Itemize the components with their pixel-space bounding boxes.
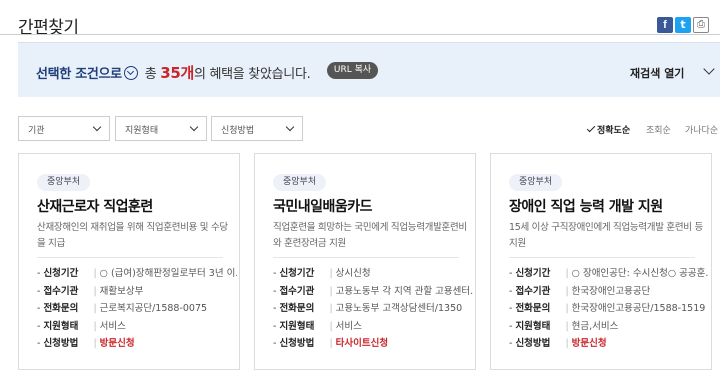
card-divider (509, 257, 695, 258)
info-key: 접수기관 (279, 285, 315, 297)
info-value: 방문신청 (571, 338, 607, 350)
card-title[interactable]: 산재근로자 직업훈련 (37, 196, 237, 216)
info-row-method: - 신청방법 | 방문신청 (37, 335, 237, 353)
info-key: 접수기관 (515, 285, 551, 297)
filter-apply-method-select[interactable]: 신청방법 (211, 116, 303, 141)
info-row-phone: - 전화문의 | 근로복지공단/1588-0075 (37, 300, 237, 318)
info-key: 전화문의 (279, 303, 315, 315)
info-row-office: - 접수기관 | 재활보상부 (37, 283, 237, 301)
info-row-period: - 신청기간 | 상시신청 (273, 265, 473, 283)
info-value: 방문신청 (99, 338, 135, 350)
card-info-list: - 신청기간 | ○ (급여)장해판정일로부터 3년 이... - 접수기관 | 재활보상부… (37, 265, 237, 353)
header-divider (0, 34, 720, 35)
info-row-period: - 신청기간 | ○ (급여)장해판정일로부터 3년 이... (37, 265, 237, 283)
sort-alphabetical[interactable]: 가나다순 (685, 123, 718, 136)
info-row-office: - 접수기관 | 고용노동부 각 지역 관할 고용센터... (273, 283, 473, 301)
info-row-type: - 지원형태 | 서비스 (37, 318, 237, 336)
chevron-down-icon (92, 122, 102, 132)
card-description: 15세 이상 구직장애인에게 직업능력개발 훈련비 등 지원 (509, 222, 703, 249)
agency-badge: 중앙부처 (273, 174, 327, 191)
facebook-share-icon[interactable]: f (657, 17, 673, 33)
url-copy-button[interactable]: URL 복사 (327, 62, 378, 79)
card-description: 산재장해인의 재취업을 위해 직업훈련비용 및 수당을 지급 (37, 222, 228, 249)
info-value: 서비스 (99, 320, 126, 332)
card-info-list: - 신청기간 | ○ 장애인공단: 수시신청○ 공공훈... - 접수기관 | 한국장애인고… (509, 265, 709, 353)
sort-accuracy[interactable]: 정확도순 (586, 123, 631, 136)
info-value: 근로복지공단/1588-0075 (99, 303, 208, 315)
info-value: ○ 장애인공단: 수시신청○ 공공훈... (571, 268, 709, 279)
filter-agency-select[interactable]: 기관 (18, 116, 110, 141)
filter-agency-label: 기관 (28, 126, 45, 136)
info-value: 재활보상부 (99, 285, 144, 297)
info-key: 접수기관 (43, 285, 79, 297)
sort-accuracy-label: 정확도순 (597, 126, 631, 136)
card-divider (37, 257, 223, 258)
info-key: 신청방법 (515, 338, 551, 350)
card-description: 직업훈련을 희망하는 국민에게 직업능력개발훈련비와 훈련장려금 지원 (273, 222, 467, 249)
info-row-type: - 지원형태 | 현금,서비스 (509, 318, 709, 336)
sort-views[interactable]: 조회순 (646, 123, 671, 136)
info-row-method: - 신청방법 | 방문신청 (509, 335, 709, 353)
twitter-share-icon[interactable]: t (675, 17, 691, 33)
info-value: 한국장애인고용공단 (571, 285, 651, 297)
card-divider (273, 257, 459, 258)
chevron-down-icon (285, 122, 295, 132)
benefit-card[interactable]: 중앙부처 국민내일배움카드 직업훈련을 희망하는 국민에게 직업능력개발훈련비와… (254, 153, 476, 370)
info-value: 현금,서비스 (571, 320, 619, 332)
info-row-phone: - 전화문의 | 고용노동부 고객상담센터/1350 (273, 300, 473, 318)
info-row-phone: - 전화문의 | 한국장애인고용공단/1588-1519 (509, 300, 709, 318)
check-icon (586, 123, 596, 133)
result-suffix: 의 혜택을 찾았습니다. (194, 67, 311, 82)
chevron-down-icon (189, 122, 199, 132)
info-value: ○ (급여)장해판정일로부터 3년 이... (99, 268, 237, 279)
info-value: 서비스 (335, 320, 362, 332)
filter-support-type-select[interactable]: 지원형태 (115, 116, 207, 141)
info-key: 신청기간 (279, 268, 315, 279)
info-key: 신청기간 (43, 268, 79, 279)
info-value: 상시신청 (335, 268, 371, 279)
card-info-list: - 신청기간 | 상시신청 - 접수기관 | 고용노동부 각 지역 관할 고용센터... -… (273, 265, 473, 353)
card-title[interactable]: 국민내일배움카드 (273, 196, 473, 216)
info-key: 신청방법 (43, 338, 79, 350)
benefit-card[interactable]: 중앙부처 산재근로자 직업훈련 산재장해인의 재취업을 위해 직업훈련비용 및 … (18, 153, 240, 370)
agency-badge: 중앙부처 (509, 174, 563, 191)
info-value: 고용노동부 각 지역 관할 고용센터... (335, 285, 473, 297)
chevron-down-icon[interactable] (703, 63, 715, 75)
filter-support-type-label: 지원형태 (125, 126, 159, 136)
result-count: 35개 (160, 64, 194, 82)
filter-apply-method-label: 신청방법 (221, 126, 255, 136)
info-row-method: - 신청방법 | 타사이트신청 (273, 335, 473, 353)
research-toggle-button[interactable]: 재검색 열기 (630, 65, 684, 81)
page-header: 간편찾기 f t ⎙ (0, 0, 720, 40)
benefit-card[interactable]: 중앙부처 장애인 직업 능력 개발 지원 15세 이상 구직장애인에게 직업능력… (490, 153, 712, 370)
info-row-period: - 신청기간 | ○ 장애인공단: 수시신청○ 공공훈... (509, 265, 709, 283)
info-key: 전화문의 (515, 303, 551, 315)
info-key: 신청방법 (279, 338, 315, 350)
info-key: 지원형태 (43, 320, 79, 332)
result-prefix: 총 (144, 67, 157, 82)
info-key: 지원형태 (515, 320, 551, 332)
print-icon[interactable]: ⎙ (693, 17, 709, 33)
selected-conditions-label: 선택한 조건으로 (36, 67, 122, 82)
info-value: 한국장애인고용공단/1588-1519 (571, 303, 706, 315)
info-key: 지원형태 (279, 320, 315, 332)
card-title[interactable]: 장애인 직업 능력 개발 지원 (509, 196, 709, 216)
agency-badge: 중앙부처 (37, 174, 91, 191)
info-row-type: - 지원형태 | 서비스 (273, 318, 473, 336)
info-value: 타사이트신청 (335, 338, 389, 350)
info-key: 전화문의 (43, 303, 79, 315)
result-banner: 선택한 조건으로 총 35개의 혜택을 찾았습니다. URL 복사 재검색 열기 (18, 42, 720, 97)
conditions-toggle-icon[interactable] (123, 66, 138, 80)
info-value: 고용노동부 고객상담센터/1350 (335, 303, 463, 315)
info-key: 신청기간 (515, 268, 551, 279)
result-summary: 선택한 조건으로 총 35개의 혜택을 찾았습니다. (36, 62, 311, 83)
info-row-office: - 접수기관 | 한국장애인고용공단 (509, 283, 709, 301)
